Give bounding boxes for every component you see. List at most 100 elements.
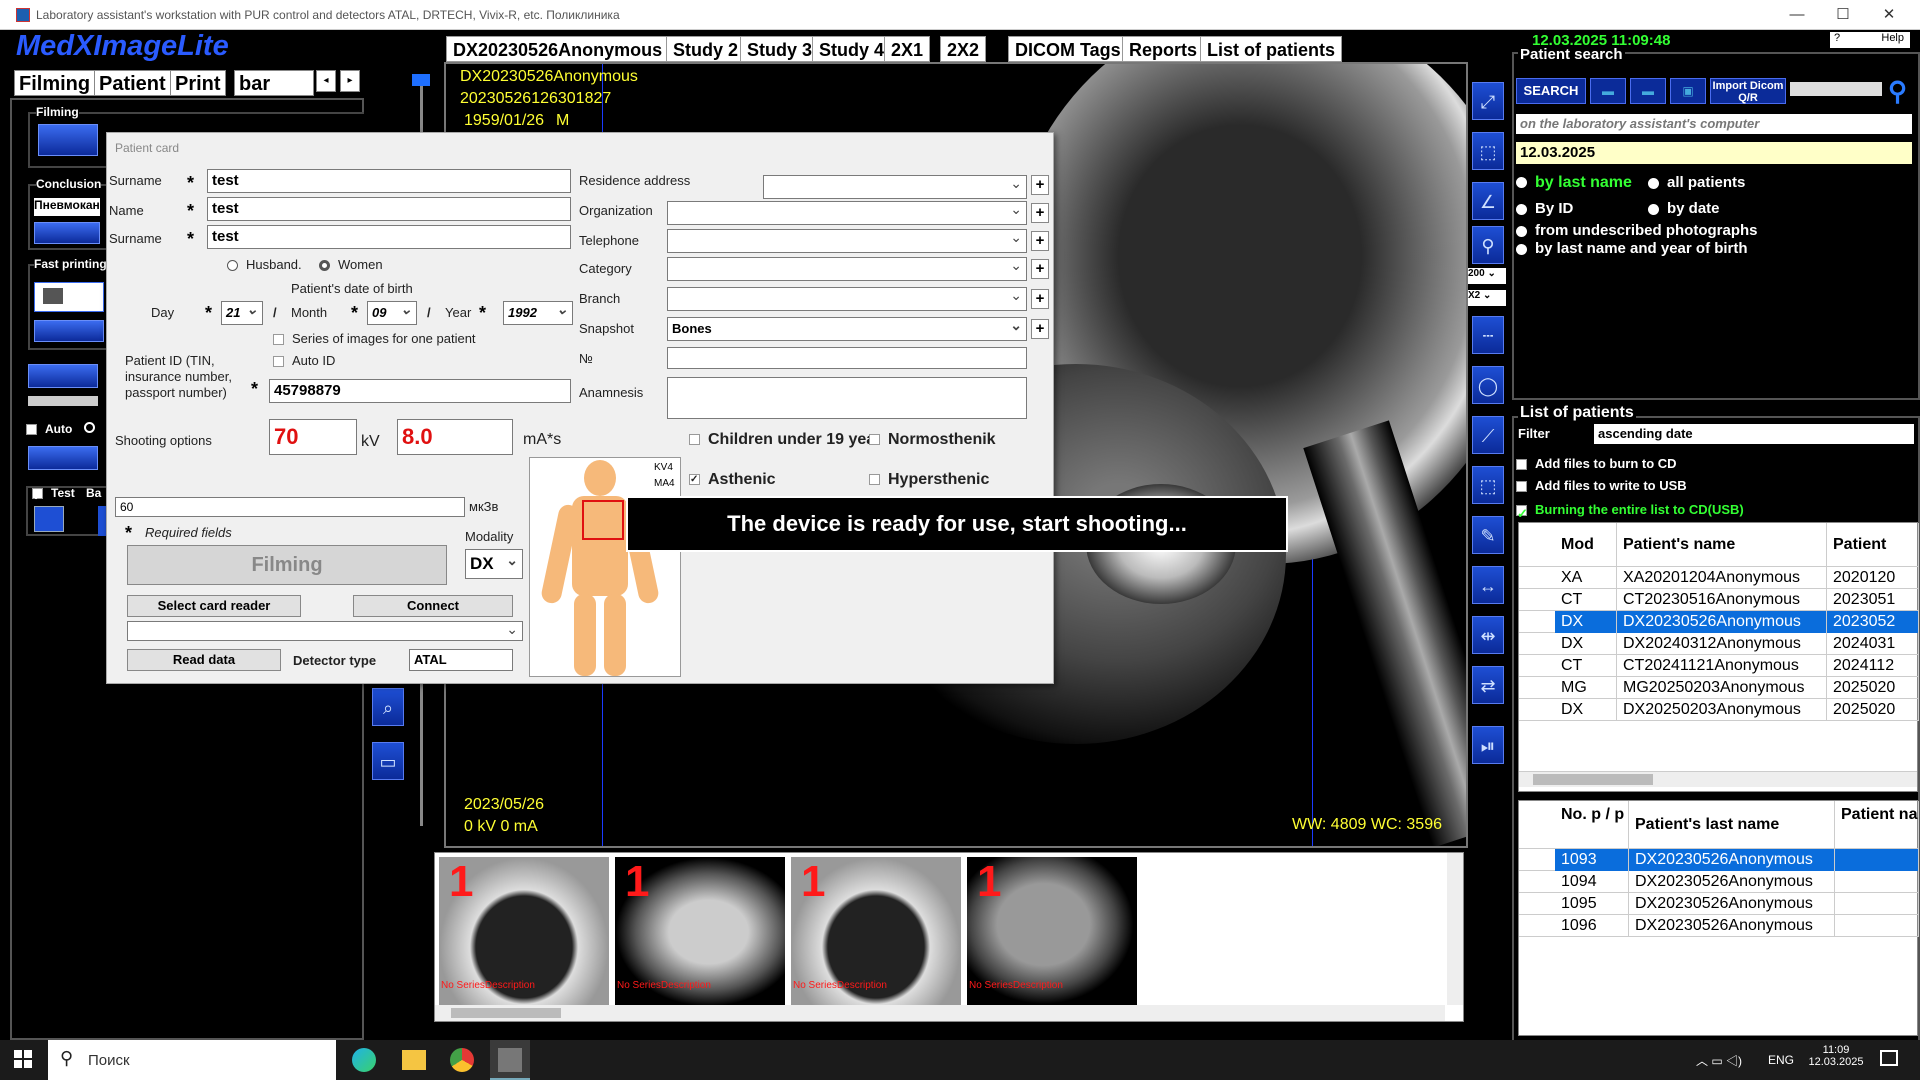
write-usb-checkbox[interactable]: Add files to write to USB	[1516, 478, 1687, 493]
connect-button[interactable]: Connect	[353, 595, 513, 617]
thumbs-vscroll[interactable]	[1447, 853, 1463, 1005]
tab-scroll-right[interactable]: ▸	[340, 70, 360, 92]
search-button[interactable]: SEARCH	[1516, 78, 1586, 104]
burn-cd-checkbox[interactable]: Add files to burn to CD	[1516, 456, 1677, 471]
printer-button[interactable]	[34, 282, 104, 312]
col-patient-name[interactable]: Patient's name	[1617, 523, 1827, 567]
number-input[interactable]	[667, 347, 1027, 369]
flip-h-tool-button[interactable]: ↔	[1472, 566, 1504, 604]
sex-husband-radio[interactable]: Husband.	[227, 257, 302, 272]
radio-by-date[interactable]: by date	[1648, 200, 1720, 217]
burn-all-checkbox[interactable]: ✓ Burning the entire list to CD(USB)	[1516, 502, 1744, 521]
pencil-tool-button[interactable]: ✎	[1472, 516, 1504, 554]
search-date-input[interactable]: 12.03.2025	[1516, 142, 1912, 164]
tab-study-3[interactable]: Study 3	[740, 36, 820, 62]
normosthenic-checkbox[interactable]: Normosthenik	[869, 431, 996, 449]
branch-add-button[interactable]: +	[1031, 289, 1049, 309]
tab-reports[interactable]: Reports	[1122, 36, 1205, 62]
dose-input[interactable]: 60	[115, 497, 465, 517]
tab-list-of-patients[interactable]: List of patients	[1200, 36, 1343, 62]
mas-select[interactable]: 8.0	[397, 419, 513, 455]
table-row[interactable]: 1093 DX20230526Anonymous	[1519, 849, 1919, 871]
filter-select[interactable]: ascending date	[1594, 424, 1914, 444]
hscroll-thumb[interactable]	[1533, 774, 1653, 785]
col-patient-name[interactable]: Patient name	[1835, 801, 1919, 849]
minimize-button[interactable]: —	[1782, 4, 1812, 26]
table-row[interactable]: DX DX20250203Anonymous 2025020	[1519, 699, 1919, 721]
fit-tool-button[interactable]: ⤢	[1472, 82, 1504, 120]
tab-2x2[interactable]: 2X2	[940, 36, 987, 62]
table-row[interactable]: CT CT20230516Anonymous 2023051	[1519, 589, 1919, 611]
panel-bar-1[interactable]	[28, 364, 98, 388]
radio-by-last-name[interactable]: by last name	[1516, 174, 1632, 192]
scale-select[interactable]: X2 ⌄	[1468, 290, 1506, 306]
filming-bar[interactable]	[38, 124, 98, 156]
radio-dot[interactable]	[227, 260, 238, 272]
save-button[interactable]: ▣	[1670, 78, 1706, 104]
file-explorer-icon[interactable]	[402, 1050, 426, 1070]
tab-print[interactable]: Print	[170, 70, 226, 96]
maximize-button[interactable]: ☐	[1828, 4, 1858, 26]
zoom-tool-button[interactable]: ⌕	[372, 688, 404, 726]
organization-add-button[interactable]: +	[1031, 203, 1049, 223]
category-select[interactable]	[667, 254, 1027, 281]
language-indicator[interactable]: ENG	[1768, 1053, 1794, 1067]
medximage-taskbar-button[interactable]	[490, 1040, 530, 1080]
name-input[interactable]: test	[207, 197, 571, 221]
patronymic-input[interactable]: test	[207, 225, 571, 249]
table-row[interactable]: DX DX20240312Anonymous 2024031	[1519, 633, 1919, 655]
radio-by-id[interactable]: By ID	[1516, 200, 1573, 217]
search-input[interactable]	[1790, 82, 1882, 96]
year-select[interactable]: 1992	[503, 298, 573, 325]
residence-select[interactable]	[763, 172, 1027, 199]
day-select[interactable]: 21	[221, 298, 263, 325]
notifications-icon[interactable]	[1880, 1050, 1898, 1066]
burn-cd-check[interactable]	[1516, 459, 1527, 471]
asthenic-check[interactable]: ✓	[689, 474, 700, 486]
thumbnail[interactable]: 1 No SeriesDescription	[791, 857, 961, 1007]
thumbnail[interactable]: 1 No SeriesDescription	[615, 857, 785, 1007]
patient-id-input[interactable]: 45798879	[269, 379, 571, 403]
angle-tool-button[interactable]: ∠	[1472, 182, 1504, 220]
table-row[interactable]: MG MG20250203Anonymous 2025020	[1519, 677, 1919, 699]
radio-all-patients[interactable]: all patients	[1648, 174, 1745, 191]
zoom-select[interactable]: 200 ⌄	[1468, 268, 1506, 284]
table-row[interactable]: XA XA20201204Anonymous 2020120	[1519, 567, 1919, 589]
open-folder-button[interactable]: ▬	[1590, 78, 1626, 104]
play-pause-button[interactable]: ⏯	[1472, 726, 1504, 764]
col-mod[interactable]: Mod	[1555, 523, 1617, 567]
tab-filming[interactable]: Filming	[14, 70, 96, 96]
snapshot-add-button[interactable]: +	[1031, 319, 1049, 339]
radio-undescribed[interactable]: from undescribed photographs	[1516, 222, 1758, 239]
select-card-reader-button[interactable]: Select card reader	[127, 595, 301, 617]
line-tool-button[interactable]: ⟋	[1472, 416, 1504, 454]
ruler-tool-button[interactable]: ┄	[1472, 316, 1504, 354]
layout-button[interactable]	[34, 506, 64, 532]
tab-dicom-tags[interactable]: DICOM Tags	[1008, 36, 1128, 62]
children-checkbox[interactable]: Children under 19 yea	[689, 431, 875, 449]
auto-radio[interactable]	[84, 422, 95, 433]
table-row[interactable]: 1096 DX20230526Anonymous	[1519, 915, 1919, 937]
thumbnail[interactable]: 1 No SeriesDescription	[439, 857, 609, 1007]
stretch-tool-button[interactable]: ⇹	[1472, 616, 1504, 654]
month-select[interactable]: 09	[367, 298, 417, 325]
magnifier-tool-button[interactable]: ⚲	[1472, 226, 1504, 264]
children-check[interactable]	[689, 434, 700, 446]
body-diagram[interactable]: KV4 MA4	[529, 457, 681, 677]
branch-select[interactable]	[667, 284, 1027, 311]
tab-bar-chart[interactable]: bar char	[234, 70, 314, 96]
telephone-add-button[interactable]: +	[1031, 231, 1049, 251]
filming-button[interactable]: Filming	[127, 545, 447, 585]
table-row[interactable]: 1094 DX20230526Anonymous	[1519, 871, 1919, 893]
tab-patient[interactable]: Patient	[94, 70, 171, 96]
panel-bar-2[interactable]	[28, 446, 98, 470]
thumbs-hscroll[interactable]	[435, 1005, 1445, 1021]
auto-check[interactable]	[26, 424, 37, 436]
tab-study-4[interactable]: Study 4	[812, 36, 892, 62]
auto-checkbox[interactable]: Auto	[26, 422, 72, 436]
tab-2x1[interactable]: 2X1	[884, 36, 931, 62]
close-button[interactable]: ✕	[1874, 4, 1904, 26]
tray-icons[interactable]: ︿ ▭ ◁)	[1696, 1052, 1742, 1069]
snapshot-select[interactable]: Bones	[667, 314, 1027, 341]
table-row[interactable]: CT CT20241121Anonymous 2024112	[1519, 655, 1919, 677]
